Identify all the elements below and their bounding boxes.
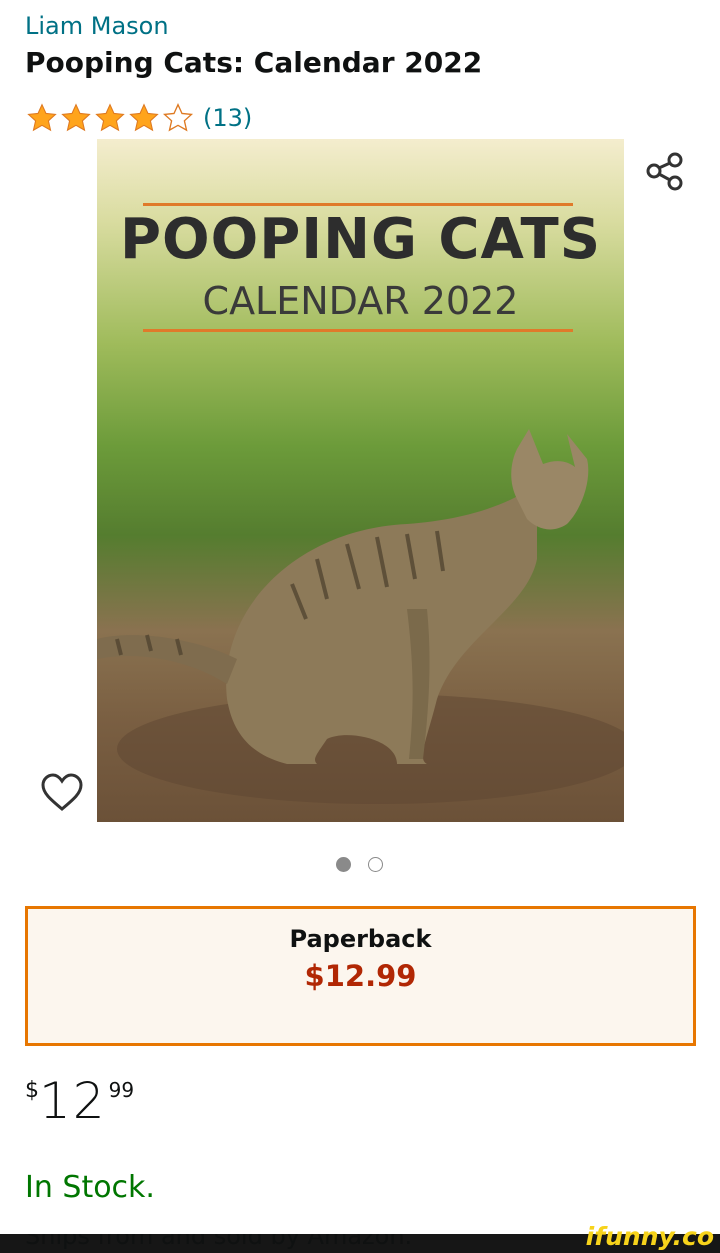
watermark: ifunny.co [585,1222,714,1251]
price-fraction: 99 [108,1078,135,1102]
price-whole: 12 [39,1072,107,1130]
carousel-dot[interactable] [368,857,383,872]
carousel-indicator[interactable] [336,857,383,872]
product-title: Pooping Cats: Calendar 2022 [25,46,483,79]
price-symbol: $ [25,1078,39,1103]
star-icon [61,103,91,132]
format-label: Paperback [289,925,432,953]
stock-status: In Stock. [25,1170,155,1205]
rating-count[interactable]: (13) [203,104,252,132]
star-icon [162,103,194,132]
share-icon[interactable] [645,150,685,192]
product-image[interactable]: POOPING CATS CALENDAR 2022 [97,139,624,822]
heart-icon[interactable] [40,772,84,814]
star-icon [27,103,57,132]
star-icon [129,103,159,132]
fulfillment-text: Ships from and sold by Amazon. [25,1234,413,1250]
cat-illustration [97,429,624,804]
rating-row[interactable]: (13) [25,101,252,135]
author-link[interactable]: Liam Mason [25,12,169,40]
star-rating [25,102,195,134]
format-price: $12.99 [304,959,417,993]
format-option-paperback[interactable]: Paperback $12.99 [25,906,696,1046]
price-display: $ 12 99 [25,1072,134,1126]
star-icon [95,103,125,132]
carousel-dot-active[interactable] [336,857,351,872]
